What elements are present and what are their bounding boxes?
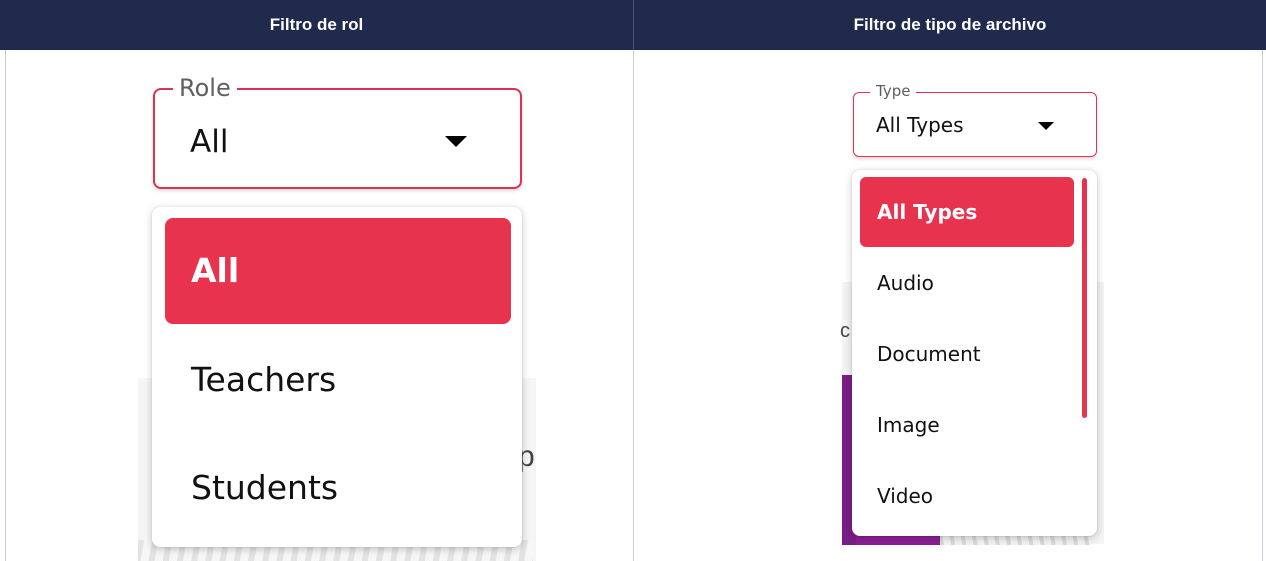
caret-down-icon[interactable] <box>445 136 467 147</box>
role-select-label: Role <box>173 74 237 102</box>
type-select-value: All Types <box>876 113 964 137</box>
scrollbar-thumb[interactable] <box>1082 178 1087 418</box>
comparison-table: Filtro de rol Filtro de tipo de archivo … <box>0 0 1266 561</box>
role-dropdown-menu: All Teachers Students <box>152 207 522 547</box>
caret-down-icon[interactable] <box>1038 122 1054 130</box>
background-glyph: c <box>840 320 850 342</box>
type-option-document[interactable]: Document <box>860 319 1074 389</box>
header-type-filter: Filtro de tipo de archivo <box>853 15 1047 34</box>
header-role-filter: Filtro de rol <box>269 15 364 34</box>
role-select-value: All <box>190 124 229 160</box>
type-select[interactable]: Type All Types <box>853 82 1097 157</box>
role-select[interactable]: Role All <box>153 74 522 189</box>
cell-border-right <box>1262 50 1263 561</box>
type-dropdown-menu: All Types Audio Document Image Video <box>852 170 1097 536</box>
role-option-students[interactable]: Students <box>165 435 511 541</box>
type-option-video[interactable]: Video <box>860 461 1074 531</box>
type-menu-scrollbar[interactable] <box>1082 178 1087 528</box>
role-option-teachers[interactable]: Teachers <box>165 327 511 433</box>
type-option-all-types[interactable]: All Types <box>860 177 1074 247</box>
type-option-image[interactable]: Image <box>860 390 1074 460</box>
role-option-all[interactable]: All <box>165 218 511 324</box>
table-header: Filtro de rol Filtro de tipo de archivo <box>0 0 1266 50</box>
type-option-audio[interactable]: Audio <box>860 248 1074 318</box>
cell-border-left <box>5 50 6 561</box>
type-select-label: Type <box>870 82 917 100</box>
cell-border-middle <box>633 50 634 561</box>
